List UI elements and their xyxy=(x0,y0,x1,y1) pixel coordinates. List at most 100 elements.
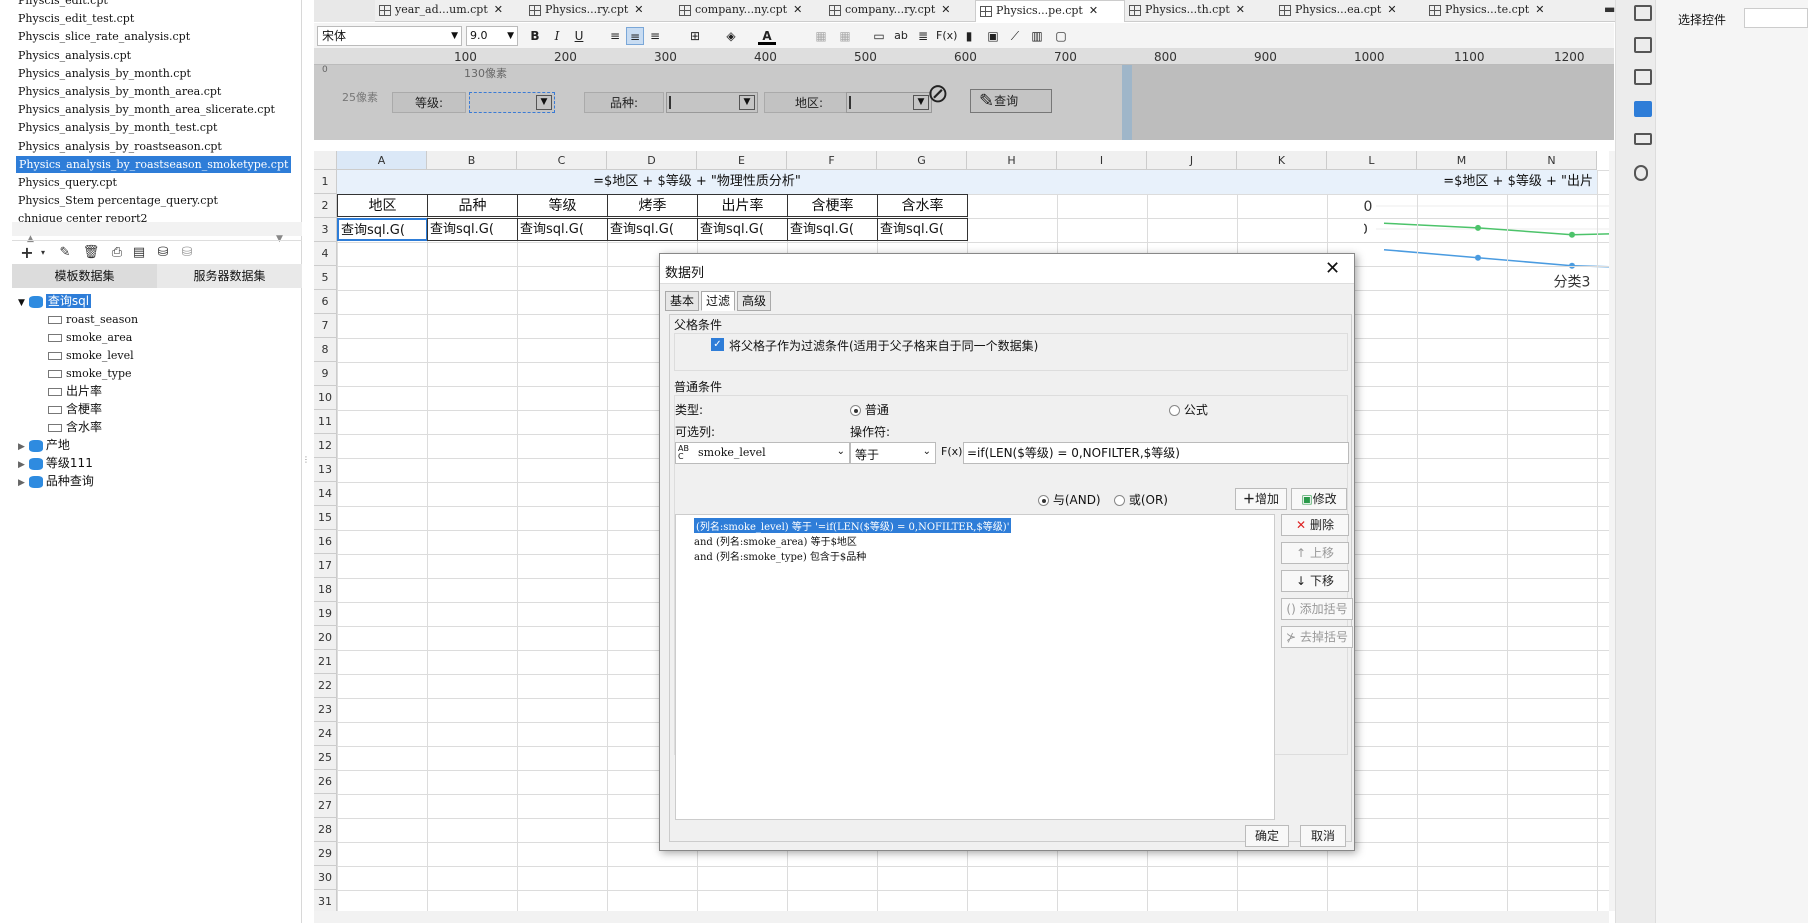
parent-filter-checkbox[interactable]: ✓ xyxy=(711,338,724,351)
dialog-tab[interactable]: 过滤 xyxy=(701,291,735,311)
data-cell[interactable]: 查询sql.G( xyxy=(607,218,698,241)
document-tab[interactable]: year_ad...um.cpt ✕ xyxy=(375,0,525,22)
file-item[interactable]: chnique center report2 xyxy=(18,210,148,222)
row-header[interactable]: 3 xyxy=(314,218,337,242)
row-header[interactable]: 15 xyxy=(314,506,337,530)
tree-field[interactable]: smoke_area xyxy=(48,328,132,346)
tree-dataset[interactable]: ▶ 品种查询 xyxy=(18,472,94,490)
column-header[interactable]: A xyxy=(337,151,427,170)
row-header[interactable]: 6 xyxy=(314,290,337,314)
underline-icon[interactable]: U xyxy=(570,27,588,45)
header-cell[interactable]: 等级 xyxy=(517,194,608,217)
edit-dataset-icon[interactable]: ▤ xyxy=(130,245,148,261)
align-center-icon[interactable]: ≡ xyxy=(626,27,644,45)
horizontal-scrollbar[interactable] xyxy=(314,911,1609,923)
modify-condition-button[interactable]: ▣修改 xyxy=(1291,488,1347,510)
widget-settings-icon[interactable] xyxy=(1634,101,1652,117)
tree-field[interactable]: 含梗率 xyxy=(48,400,102,418)
data-cell[interactable]: 查询sql.G( xyxy=(337,218,428,241)
row-header[interactable]: 25 xyxy=(314,746,337,770)
document-tab[interactable]: Physics...ry.cpt ✕ xyxy=(525,0,675,22)
file-list-hscrollbar[interactable] xyxy=(12,222,302,236)
row-header[interactable]: 26 xyxy=(314,770,337,794)
delete-icon[interactable]: 🗑 xyxy=(82,245,100,261)
column-header[interactable]: B xyxy=(427,151,517,170)
insert-text-icon[interactable]: ▭ xyxy=(870,27,888,45)
dialog-tab[interactable]: 高级 xyxy=(737,291,771,311)
condition-row[interactable]: (列名:smoke_level) 等于 '=if(LEN($等级) = 0,NO… xyxy=(694,518,1012,533)
widget-select[interactable] xyxy=(1744,8,1808,28)
tab-server-dataset[interactable]: 服务器数据集 xyxy=(157,264,302,288)
row-header[interactable]: 27 xyxy=(314,794,337,818)
column-header[interactable]: F xyxy=(787,151,877,170)
row-header[interactable]: 11 xyxy=(314,410,337,434)
file-item[interactable]: Physics_Stem percentage_query.cpt xyxy=(18,192,218,209)
move-up-button[interactable]: ↑ 上移 xyxy=(1281,542,1349,564)
hyperlink-icon[interactable] xyxy=(1634,165,1648,181)
document-tab[interactable]: company...ny.cpt ✕ xyxy=(675,0,825,22)
row-header[interactable]: 13 xyxy=(314,458,337,482)
column-select[interactable]: AB C smoke_level ⌄ xyxy=(675,442,850,464)
row-header[interactable]: 29 xyxy=(314,842,337,866)
document-tab[interactable]: Physics...th.cpt ✕ xyxy=(1125,0,1275,22)
tree-field[interactable]: 含水率 xyxy=(48,418,102,436)
tab-template-dataset[interactable]: 模板数据集 xyxy=(12,264,157,288)
cell-attribute-icon[interactable] xyxy=(1634,37,1652,53)
condition-row[interactable]: and (列名:smoke_type) 包含于$品种 xyxy=(694,548,866,563)
add-condition-button[interactable]: ＋增加 xyxy=(1235,488,1287,510)
row-header[interactable]: 20 xyxy=(314,626,337,650)
file-item[interactable]: Physcis_edit.cpt xyxy=(18,0,108,9)
type-formula-radio[interactable]: 公式 xyxy=(1169,401,1208,418)
column-header[interactable]: I xyxy=(1057,151,1147,170)
header-cell[interactable]: 烤季 xyxy=(607,194,698,217)
row-header[interactable]: 7 xyxy=(314,314,337,338)
bold-icon[interactable]: B xyxy=(526,27,544,45)
document-tab[interactable]: Physics...te.cpt ✕ xyxy=(1425,0,1575,22)
row-header[interactable]: 31 xyxy=(314,890,337,911)
query-button[interactable]: ✎查询 xyxy=(970,89,1052,113)
collapsed-icon[interactable]: ▶ xyxy=(18,442,25,452)
row-header[interactable]: 4 xyxy=(314,242,337,266)
row-header[interactable]: 21 xyxy=(314,650,337,674)
tab-menu-icon[interactable]: ▬ xyxy=(1604,2,1615,16)
tree-root[interactable]: ▼ 查询sql xyxy=(18,292,92,310)
row-header[interactable]: 1 xyxy=(314,170,337,194)
file-item[interactable]: Physcis_slice_rate_analysis.cpt xyxy=(18,28,190,45)
row-header[interactable]: 9 xyxy=(314,362,337,386)
file-item[interactable]: Physics_analysis_by_month_area.cpt xyxy=(18,83,221,100)
row-header[interactable]: 17 xyxy=(314,554,337,578)
row-header[interactable]: 22 xyxy=(314,674,337,698)
close-icon[interactable]: ✕ xyxy=(941,3,950,16)
sub-report-icon[interactable]: ▥ xyxy=(1028,27,1046,45)
param-combo-level[interactable]: ▼ xyxy=(469,92,555,113)
insert-ab-icon[interactable]: ab xyxy=(892,27,910,45)
slash-icon[interactable]: ⟋ xyxy=(1006,27,1024,45)
splitter-handle[interactable]: ⋮ xyxy=(302,455,310,467)
column-header[interactable]: C xyxy=(517,151,607,170)
document-tab[interactable]: Physics...pe.cpt ✕ xyxy=(975,0,1125,22)
param-label-level[interactable]: 等级: xyxy=(392,92,466,113)
tree-field[interactable]: smoke_level xyxy=(48,346,134,364)
column-header[interactable]: N xyxy=(1507,151,1597,170)
column-header[interactable]: J xyxy=(1147,151,1237,170)
dialog-tab[interactable]: 基本 xyxy=(665,291,699,311)
row-header[interactable]: 10 xyxy=(314,386,337,410)
data-cell[interactable]: 查询sql.G( xyxy=(427,218,518,241)
insert-chart-icon[interactable]: ▮ xyxy=(960,27,978,45)
row-header[interactable]: 18 xyxy=(314,578,337,602)
row-header[interactable]: 8 xyxy=(314,338,337,362)
tree-field[interactable]: roast_season xyxy=(48,310,138,328)
param-combo-variety[interactable]: ▼ xyxy=(666,92,758,113)
fill-color-icon[interactable]: ◈ xyxy=(722,27,740,45)
title-cell[interactable]: =$地区 + $等级 + "物理性质分析" xyxy=(337,170,1057,194)
header-cell[interactable]: 含梗率 xyxy=(787,194,878,217)
row-header[interactable]: 24 xyxy=(314,722,337,746)
operator-select[interactable]: 等于 ⌄ xyxy=(850,442,936,464)
border-icon[interactable]: ⊞ xyxy=(686,27,704,45)
column-header[interactable]: G xyxy=(877,151,967,170)
cell-element-icon[interactable] xyxy=(1634,5,1652,21)
insert-fx-icon[interactable]: F(x) xyxy=(936,27,957,45)
column-header[interactable]: L xyxy=(1327,151,1417,170)
type-normal-radio[interactable]: 普通 xyxy=(850,401,889,418)
cancel-button[interactable]: 取消 xyxy=(1300,825,1346,847)
